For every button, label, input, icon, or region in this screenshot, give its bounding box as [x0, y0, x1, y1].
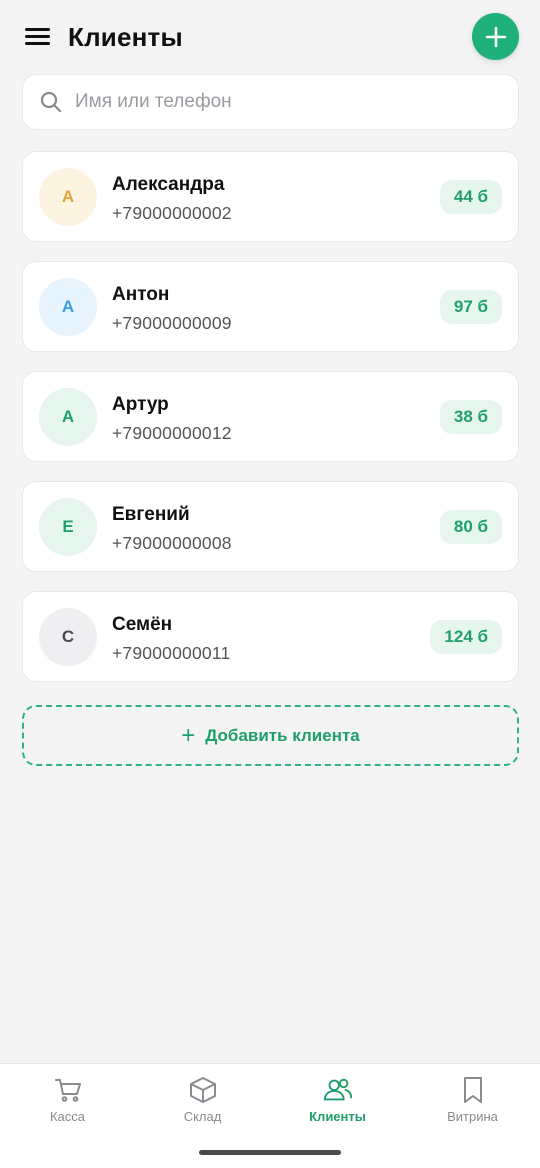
client-card[interactable]: А Александра +79000000002 44 б [22, 151, 519, 242]
client-phone: +79000000008 [112, 533, 232, 553]
nav-label: Склад [183, 1109, 222, 1124]
avatar: С [39, 608, 97, 666]
nav-item-klienty[interactable]: Клиенты [270, 1064, 405, 1144]
client-phone: +79000000009 [112, 313, 232, 333]
add-client-fab-button[interactable] [472, 13, 519, 60]
plus-icon [485, 26, 506, 47]
client-card[interactable]: А Антон +79000000009 97 б [22, 261, 519, 352]
search-icon [40, 91, 62, 113]
client-name: Антон [112, 284, 170, 305]
client-name: Артур [112, 394, 169, 415]
search-input[interactable] [75, 91, 475, 113]
client-card[interactable]: С Семён +79000000011 124 б [22, 591, 519, 682]
nav-item-vitrina[interactable]: Витрина [405, 1064, 540, 1144]
add-client-button[interactable]: + Добавить клиента [22, 705, 519, 766]
client-phone: +79000000002 [112, 203, 232, 223]
avatar: А [39, 168, 97, 226]
client-name: Евгений [112, 504, 190, 525]
box-icon [187, 1074, 219, 1106]
client-name: Семён [112, 614, 173, 635]
nav-label: Касса [49, 1109, 86, 1124]
clients-screen: Клиенты А Александра +79000000002 44 б А Анто… [0, 0, 540, 1168]
hamburger-menu-icon[interactable] [24, 26, 52, 48]
nav-item-kassa[interactable]: Касса [0, 1064, 135, 1144]
home-indicator [199, 1150, 341, 1155]
client-list: А Александра +79000000002 44 б А Антон +790000… [22, 151, 519, 701]
points-badge: 44 б [439, 180, 502, 214]
client-card[interactable]: Е Евгений +79000000008 80 б [22, 481, 519, 572]
plus-icon: + [181, 721, 196, 749]
client-card[interactable]: А Артур +79000000012 38 б [22, 371, 519, 462]
avatar: Е [39, 498, 97, 556]
avatar: А [39, 278, 97, 336]
app-header: Клиенты [0, 0, 540, 74]
points-badge: 80 б [439, 510, 502, 544]
points-badge: 124 б [430, 620, 502, 654]
bookmark-icon [457, 1074, 489, 1106]
users-icon [322, 1074, 354, 1106]
points-badge: 97 б [439, 290, 502, 324]
client-phone: +79000000012 [112, 423, 232, 443]
page-title: Клиенты [68, 22, 183, 52]
client-name: Александра [112, 174, 225, 195]
cart-icon [52, 1074, 84, 1106]
nav-label: Витрина [447, 1109, 498, 1124]
nav-label: Клиенты [309, 1109, 366, 1124]
points-badge: 38 б [439, 400, 502, 434]
add-client-label: Добавить клиента [205, 725, 360, 745]
avatar: А [39, 388, 97, 446]
nav-item-sklad[interactable]: Склад [135, 1064, 270, 1144]
client-phone: +79000000011 [112, 643, 231, 663]
search-bar [22, 74, 519, 130]
